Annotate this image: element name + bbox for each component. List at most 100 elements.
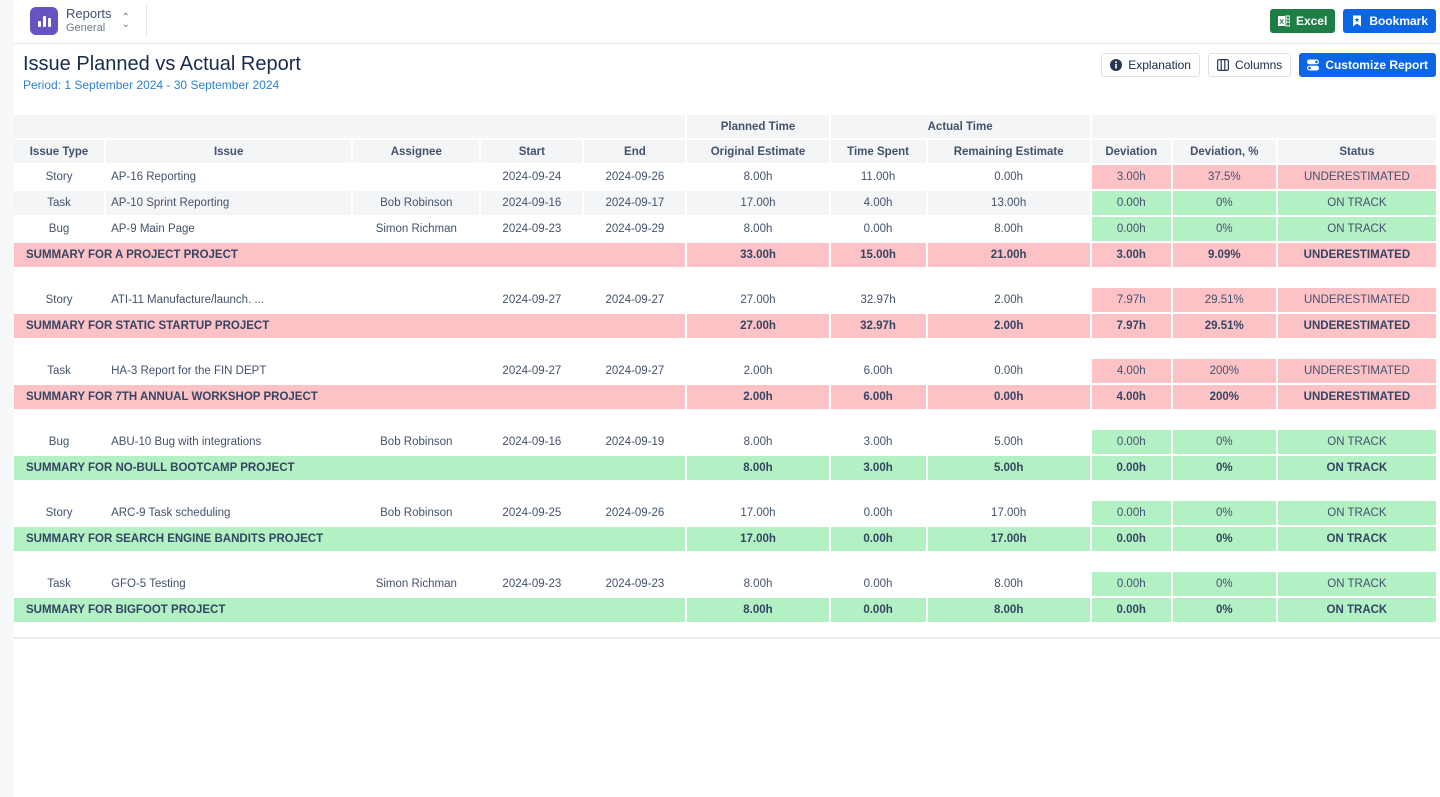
col-deviation[interactable]: Deviation [1091,140,1171,163]
summary-original-estimate: 33.00h [687,243,829,267]
cell-issue[interactable]: AP-16 Reporting [106,165,351,189]
cell-issue[interactable]: AP-9 Main Page [106,217,351,241]
group-header-blank-right [1091,115,1436,138]
cell-end: 2024-09-17 [584,191,686,215]
cell-original-estimate: 17.00h [687,191,829,215]
page-title: Issue Planned vs Actual Report [23,53,301,75]
info-icon [1110,59,1123,71]
cell-original-estimate: 2.00h [743,365,773,377]
cell-issue-type: Task [47,365,71,377]
spacer-cell [14,340,1436,357]
column-header-row: Issue Type Issue Assignee Start End Orig… [14,140,1436,163]
cell-deviation-pct: 29.51% [1172,288,1276,312]
table-row[interactable]: Bug AP-9 Main Page Simon Richman 2024-09-23… [14,217,1436,241]
cell-start: 2024-09-23 [502,578,562,590]
cell-time-spent: 0.00h [863,507,893,519]
cell-remaining-estimate: 8.00h [994,223,1024,235]
cell-end: 2024-09-29 [605,223,665,235]
cell-assignee: Bob Robinson [380,436,453,448]
cell-issue-type: Task [14,191,105,215]
cell-issue[interactable]: ARC-9 Task scheduling [106,501,351,525]
col-assignee[interactable]: Assignee [353,140,480,163]
bookmark-button[interactable]: Bookmark [1343,9,1436,33]
cell-start: 2024-09-27 [502,365,562,377]
project-summary-row: SUMMARY FOR SEARCH ENGINE BANDITS PROJEC… [14,527,1436,551]
cell-status: ON TRACK [1277,191,1436,215]
table-body: Story AP-16 Reporting 2024-09-24 2024-09-26… [14,165,1436,622]
col-start[interactable]: Start [481,140,583,163]
col-original-estimate[interactable]: Original Estimate [687,140,829,163]
summary-original-estimate: 27.00h [687,314,829,338]
summary-original-estimate: 2.00h [687,385,829,409]
cell-deviation-pct: 0% [1172,191,1276,215]
cell-issue-type: Bug [48,223,70,235]
cell-original-estimate: 8.00h [743,436,773,448]
cell-assignee: Simon Richman [375,223,457,235]
col-issue-type[interactable]: Issue Type [14,140,105,163]
cell-end: 2024-09-26 [605,171,665,183]
col-remaining-estimate[interactable]: Remaining Estimate [927,140,1090,163]
explanation-button[interactable]: Explanation [1101,53,1200,77]
summary-original-estimate: 17.00h [687,527,829,551]
summary-status: ON TRACK [1277,527,1436,551]
cell-issue[interactable]: AP-10 Sprint Reporting [106,191,352,215]
cell-remaining-estimate: 0.00h [994,171,1024,183]
cell-start: 2024-09-16 [481,191,583,215]
cell-deviation-pct: 0% [1172,217,1276,241]
cell-issue[interactable]: ATI-11 Manufacture/launch. ... [106,288,351,312]
cell-issue[interactable]: HA-3 Report for the FIN DEPT [106,359,351,383]
cell-deviation-pct: 0% [1172,501,1276,525]
cell-original-estimate: 17.00h [740,507,776,519]
col-end[interactable]: End [584,140,686,163]
project-summary-row: SUMMARY FOR STATIC STARTUP PROJECT 27.00h… [14,314,1436,338]
summary-status: ON TRACK [1277,456,1436,480]
cell-start: 2024-09-24 [502,171,562,183]
group-header-actual: Actual Time [830,115,1090,138]
summary-original-estimate: 8.00h [687,598,829,622]
spacer-cell [14,411,1436,428]
spacer-cell [14,482,1436,499]
report-period: Period: 1 September 2024 - 30 September … [23,78,280,92]
summary-time-spent: 32.97h [830,314,926,338]
cell-remaining-estimate: 13.00h [927,191,1090,215]
table-row[interactable]: Task HA-3 Report for the FIN DEPT 2024-09-… [14,359,1436,383]
cell-deviation: 0.00h [1091,430,1171,454]
cell-status: ON TRACK [1277,217,1436,241]
group-spacer [14,482,1436,499]
table-row[interactable]: Task GFO-5 Testing Simon Richman 2024-09-23… [14,572,1436,596]
cell-status: ON TRACK [1277,430,1436,454]
cell-remaining-estimate: 17.00h [991,507,1027,519]
cell-end: 2024-09-26 [605,507,665,519]
col-status[interactable]: Status [1277,140,1436,163]
cell-end: 2024-09-27 [605,294,665,306]
summary-remaining-estimate: 21.00h [927,243,1090,267]
app-switcher[interactable]: Reports General ⌃ ⌄ [30,5,147,37]
col-time-spent[interactable]: Time Spent [830,140,926,163]
app-title-block: Reports General [66,6,112,36]
summary-deviation-pct: 200% [1172,385,1276,409]
excel-button[interactable]: X Excel [1269,9,1336,33]
toggle-settings-icon [1307,59,1320,71]
table-row[interactable]: Story ATI-11 Manufacture/launch. ... 2024-… [14,288,1436,312]
table-row[interactable]: Story ARC-9 Task scheduling Bob Robinson 20… [14,501,1436,525]
table-row[interactable]: Bug ABU-10 Bug with integrations Bob Robin… [14,430,1436,454]
chevron-up-down-icon[interactable]: ⌃ ⌄ [122,13,130,30]
col-deviation-pct[interactable]: Deviation, % [1172,140,1276,163]
cell-issue[interactable]: ABU-10 Bug with integrations [106,430,351,454]
group-spacer [14,411,1436,428]
summary-deviation: 0.00h [1091,456,1171,480]
table-row[interactable]: Story AP-16 Reporting 2024-09-24 2024-09-26… [14,165,1436,189]
col-issue[interactable]: Issue [106,140,352,163]
cell-issue[interactable]: GFO-5 Testing [106,572,351,596]
cell-end: 2024-09-19 [605,436,665,448]
table-row[interactable]: Task AP-10 Sprint Reporting Bob Robinson 20… [14,191,1436,215]
customize-report-button[interactable]: Customize Report [1299,53,1436,77]
summary-time-spent: 0.00h [830,527,926,551]
cell-end: 2024-09-27 [605,365,665,377]
cell-remaining-estimate: 5.00h [994,436,1024,448]
columns-button[interactable]: Columns [1207,53,1292,77]
cell-start: 2024-09-25 [502,507,562,519]
summary-label: SUMMARY FOR A PROJECT PROJECT [14,243,686,267]
cell-time-spent: 0.00h [863,578,893,590]
cell-issue-type: Task [47,578,71,590]
